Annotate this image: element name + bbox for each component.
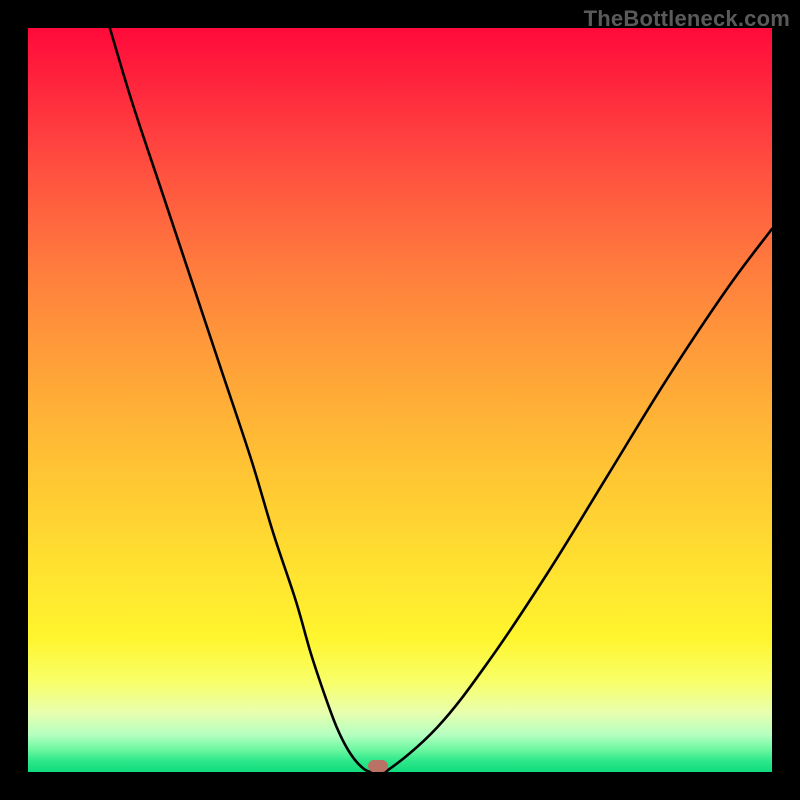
optimal-marker	[368, 760, 388, 772]
bottleneck-curve	[28, 28, 772, 772]
chart-frame: TheBottleneck.com	[0, 0, 800, 800]
chart-plot-area	[28, 28, 772, 772]
watermark-text: TheBottleneck.com	[584, 6, 790, 32]
